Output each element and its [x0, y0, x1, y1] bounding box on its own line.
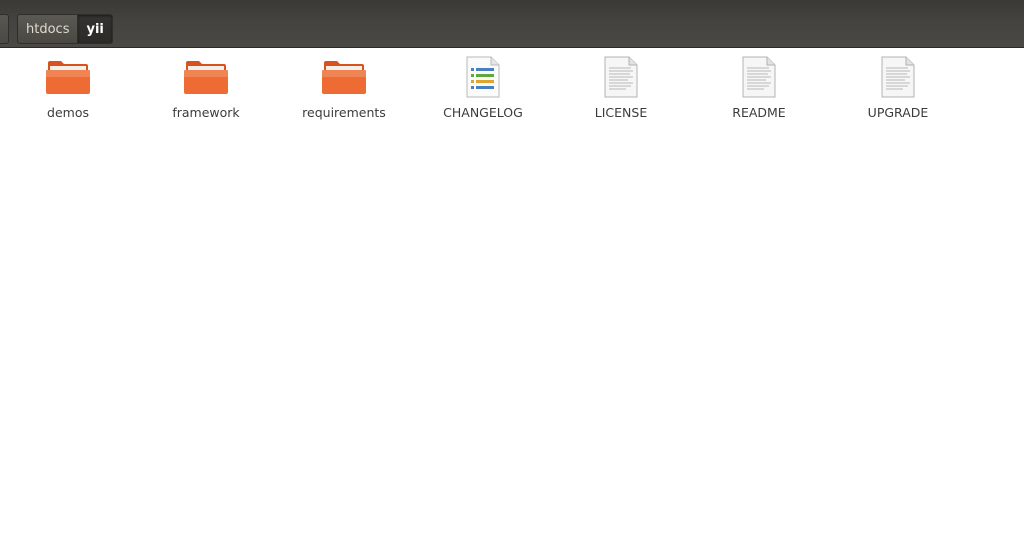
file-item-framework[interactable]: framework: [151, 56, 261, 120]
folder-icon: [44, 56, 92, 98]
file-view: demos framework requirements CHANGELOG L…: [0, 48, 1024, 545]
file-label: README: [732, 105, 786, 120]
file-item-upgrade[interactable]: UPGRADE: [843, 56, 953, 120]
file-item-readme[interactable]: README: [704, 56, 814, 120]
breadcrumb: htdocs yii: [0, 14, 113, 44]
folder-icon: [320, 56, 368, 98]
file-label: LICENSE: [594, 105, 648, 120]
breadcrumb-item-htdocs[interactable]: htdocs: [17, 14, 79, 44]
toolbar: htdocs yii: [0, 0, 1024, 48]
file-label: UPGRADE: [867, 105, 929, 120]
text-document-icon: [874, 56, 922, 98]
text-document-icon: [735, 56, 783, 98]
text-document-icon: [597, 56, 645, 98]
breadcrumb-left-edge[interactable]: [0, 14, 9, 44]
file-label: requirements: [302, 105, 386, 120]
file-label: demos: [47, 105, 89, 120]
breadcrumb-item-yii[interactable]: yii: [78, 14, 113, 44]
file-item-license[interactable]: LICENSE: [566, 56, 676, 120]
file-item-changelog[interactable]: CHANGELOG: [428, 56, 538, 120]
file-item-demos[interactable]: demos: [13, 56, 123, 120]
file-label: CHANGELOG: [443, 105, 523, 120]
file-item-requirements[interactable]: requirements: [289, 56, 399, 120]
folder-icon: [182, 56, 230, 98]
changelog-document-icon: [459, 56, 507, 98]
file-label: framework: [172, 105, 240, 120]
